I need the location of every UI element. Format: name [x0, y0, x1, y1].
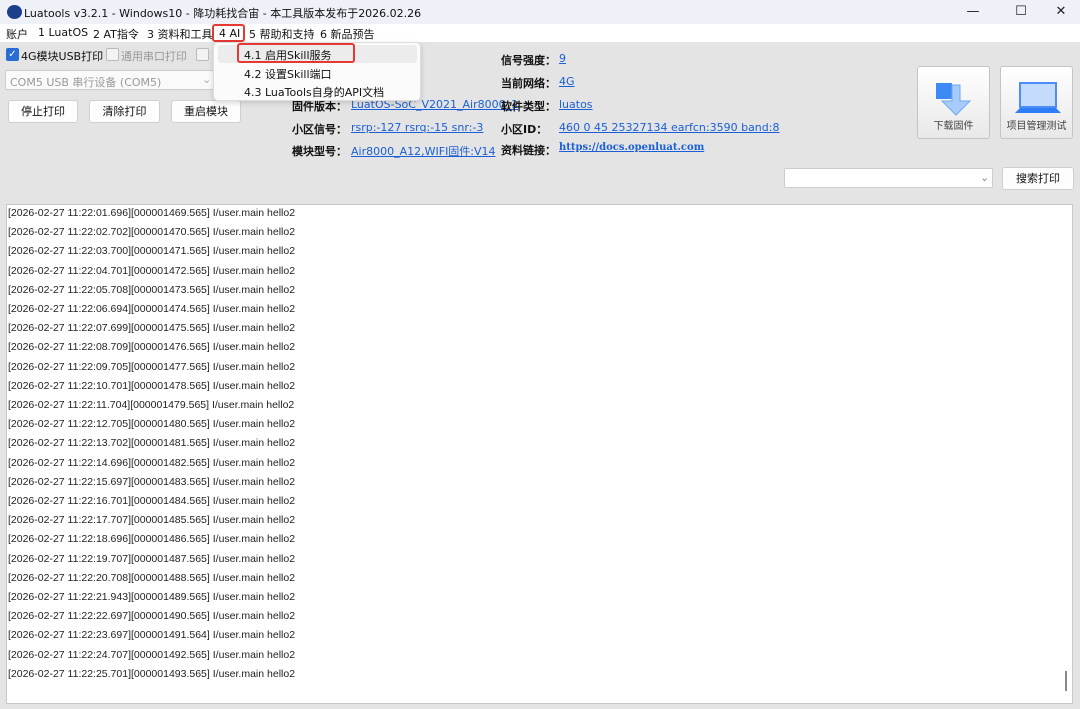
- network-label: 当前网络：: [501, 77, 556, 90]
- project-management-label: 项目管理测试: [1006, 121, 1067, 132]
- log-line: [2026-02-27 11:22:17.707][000001485.565]…: [8, 514, 296, 527]
- usb-print-checkbox[interactable]: ✓: [6, 48, 19, 61]
- minimize-button[interactable]: —: [953, 2, 993, 22]
- software-value[interactable]: luatos: [559, 98, 593, 111]
- log-output[interactable]: [2026-02-27 11:22:01.696][000001469.565]…: [6, 204, 1073, 704]
- log-scrollbar[interactable]: [1060, 205, 1072, 703]
- menu-ai[interactable]: 4 AI: [212, 24, 245, 42]
- menu-new-products[interactable]: 6 新品预告: [320, 26, 375, 42]
- log-line: [2026-02-27 11:22:19.707][000001487.565]…: [8, 552, 296, 565]
- chevron-down-icon: ⌄: [980, 171, 990, 184]
- log-line: [2026-02-27 11:22:18.696][000001486.565]…: [8, 533, 296, 546]
- menu-at[interactable]: 2 AT指令: [93, 26, 139, 42]
- maximize-button[interactable]: ☐: [1001, 2, 1041, 22]
- signal-label: 信号强度：: [501, 54, 556, 67]
- menu-luatos[interactable]: 1 LuatOS: [38, 26, 88, 39]
- cell-id-label: 小区ID：: [501, 123, 548, 136]
- log-line: [2026-02-27 11:22:04.701][000001472.565]…: [8, 264, 296, 277]
- log-line: [2026-02-27 11:22:03.700][000001471.565]…: [8, 245, 296, 258]
- port-select-value: COM5 USB 串行设备 (COM5): [10, 76, 162, 89]
- menu-item-skill-port[interactable]: 4.2 设置Skill端口: [244, 66, 332, 82]
- log-line: [2026-02-27 11:22:13.702][000001481.565]…: [8, 437, 296, 450]
- log-line: [2026-02-27 11:22:21.943][000001489.565]…: [8, 591, 296, 603]
- log-line: [2026-02-27 11:22:14.696][000001482.565]…: [8, 456, 296, 469]
- menu-bar: 账户 1 LuatOS 2 AT指令 3 资料和工具 4 AI 5 帮助和支持 …: [0, 24, 1080, 42]
- window-title: Luatools v3.2.1 - Windows10 - 降功耗找合宙 - 本…: [24, 7, 422, 20]
- module-value[interactable]: Air8000_A12,WIFI固件:V14: [351, 143, 496, 159]
- restart-module-button[interactable]: 重启模块: [171, 100, 241, 123]
- serial-print-checkbox[interactable]: [106, 48, 119, 61]
- stop-print-button[interactable]: 停止打印: [8, 100, 78, 123]
- clear-print-button[interactable]: 清除打印: [89, 100, 160, 123]
- log-line: [2026-02-27 11:22:23.697][000001491.564]…: [8, 629, 296, 642]
- chevron-down-icon: ⌄: [202, 73, 212, 86]
- search-print-button[interactable]: 搜索打印: [1002, 167, 1074, 190]
- menu-account[interactable]: 账户: [6, 26, 28, 42]
- menu-help[interactable]: 5 帮助和支持: [249, 26, 315, 42]
- log-line: [2026-02-27 11:22:20.708][000001488.565]…: [8, 571, 296, 584]
- menu-item-enable-skill[interactable]: 4.1 启用Skill服务: [244, 47, 332, 63]
- cell-signal-value[interactable]: rsrp:-127 rsrq:-15 snr:-3: [351, 121, 483, 134]
- cell-id-value[interactable]: 460 0 45 25327134 earfcn:3590 band:8: [559, 121, 779, 134]
- log-line: [2026-02-27 11:22:06.694][000001474.565]…: [8, 303, 296, 315]
- log-line: [2026-02-27 11:22:15.697][000001483.565]…: [8, 475, 296, 488]
- module-label: 模块型号：: [292, 145, 347, 158]
- log-line: [2026-02-27 11:22:02.702][000001470.565]…: [8, 226, 296, 239]
- log-line: [2026-02-27 11:22:05.708][000001473.565]…: [8, 283, 296, 296]
- close-button[interactable]: ✕: [1041, 2, 1080, 22]
- log-line: [2026-02-27 11:22:09.705][000001477.565]…: [8, 360, 296, 373]
- title-bar: Luatools v3.2.1 - Windows10 - 降功耗找合宙 - 本…: [0, 0, 1080, 24]
- ai-dropdown-menu: 4.1 启用Skill服务 4.2 设置Skill端口 4.3 LuaTools…: [213, 42, 421, 101]
- serial-print-label: 通用串口打印: [121, 50, 187, 63]
- download-firmware-button[interactable]: 下载固件: [917, 66, 990, 139]
- menu-item-api-docs[interactable]: 4.3 LuaTools自身的API文档: [244, 84, 384, 100]
- log-line: [2026-02-27 11:22:08.709][000001476.565]…: [8, 341, 296, 354]
- log-line: [2026-02-27 11:22:12.705][000001480.565]…: [8, 418, 296, 431]
- menu-resources[interactable]: 3 资料和工具: [147, 26, 213, 42]
- network-value[interactable]: 4G: [559, 75, 575, 88]
- log-line: [2026-02-27 11:22:01.696][000001469.565]…: [8, 207, 296, 219]
- log-line: [2026-02-27 11:22:10.701][000001478.565]…: [8, 379, 296, 392]
- log-line: [2026-02-27 11:22:07.699][000001475.565]…: [8, 322, 296, 335]
- project-management-button[interactable]: 项目管理测试: [1000, 66, 1073, 139]
- cell-signal-label: 小区信号：: [292, 123, 347, 136]
- docs-label: 资料链接：: [501, 144, 556, 157]
- usb-print-label: 4G模块USB打印: [21, 50, 104, 63]
- log-line: [2026-02-27 11:22:16.701][000001484.565]…: [8, 495, 296, 507]
- signal-value[interactable]: 9: [559, 52, 566, 65]
- software-label: 软件类型：: [501, 100, 556, 113]
- log-line: [2026-02-27 11:22:25.701][000001493.565]…: [8, 667, 296, 680]
- log-line: [2026-02-27 11:22:22.697][000001490.565]…: [8, 610, 296, 623]
- log-line: [2026-02-27 11:22:11.704][000001479.565]…: [8, 399, 295, 411]
- port-select[interactable]: COM5 USB 串行设备 (COM5) ⌄: [5, 70, 215, 90]
- laptop-icon: [1015, 82, 1061, 113]
- download-icon: [936, 83, 972, 116]
- download-firmware-label: 下载固件: [933, 121, 974, 132]
- app-logo-icon: [7, 5, 22, 19]
- docs-link[interactable]: https://docs.openluat.com: [559, 142, 704, 153]
- search-select[interactable]: ⌄: [784, 168, 993, 188]
- log-line: [2026-02-27 11:22:24.707][000001492.565]…: [8, 648, 296, 661]
- scrollbar-thumb[interactable]: [1065, 671, 1067, 691]
- third-checkbox[interactable]: [196, 48, 209, 61]
